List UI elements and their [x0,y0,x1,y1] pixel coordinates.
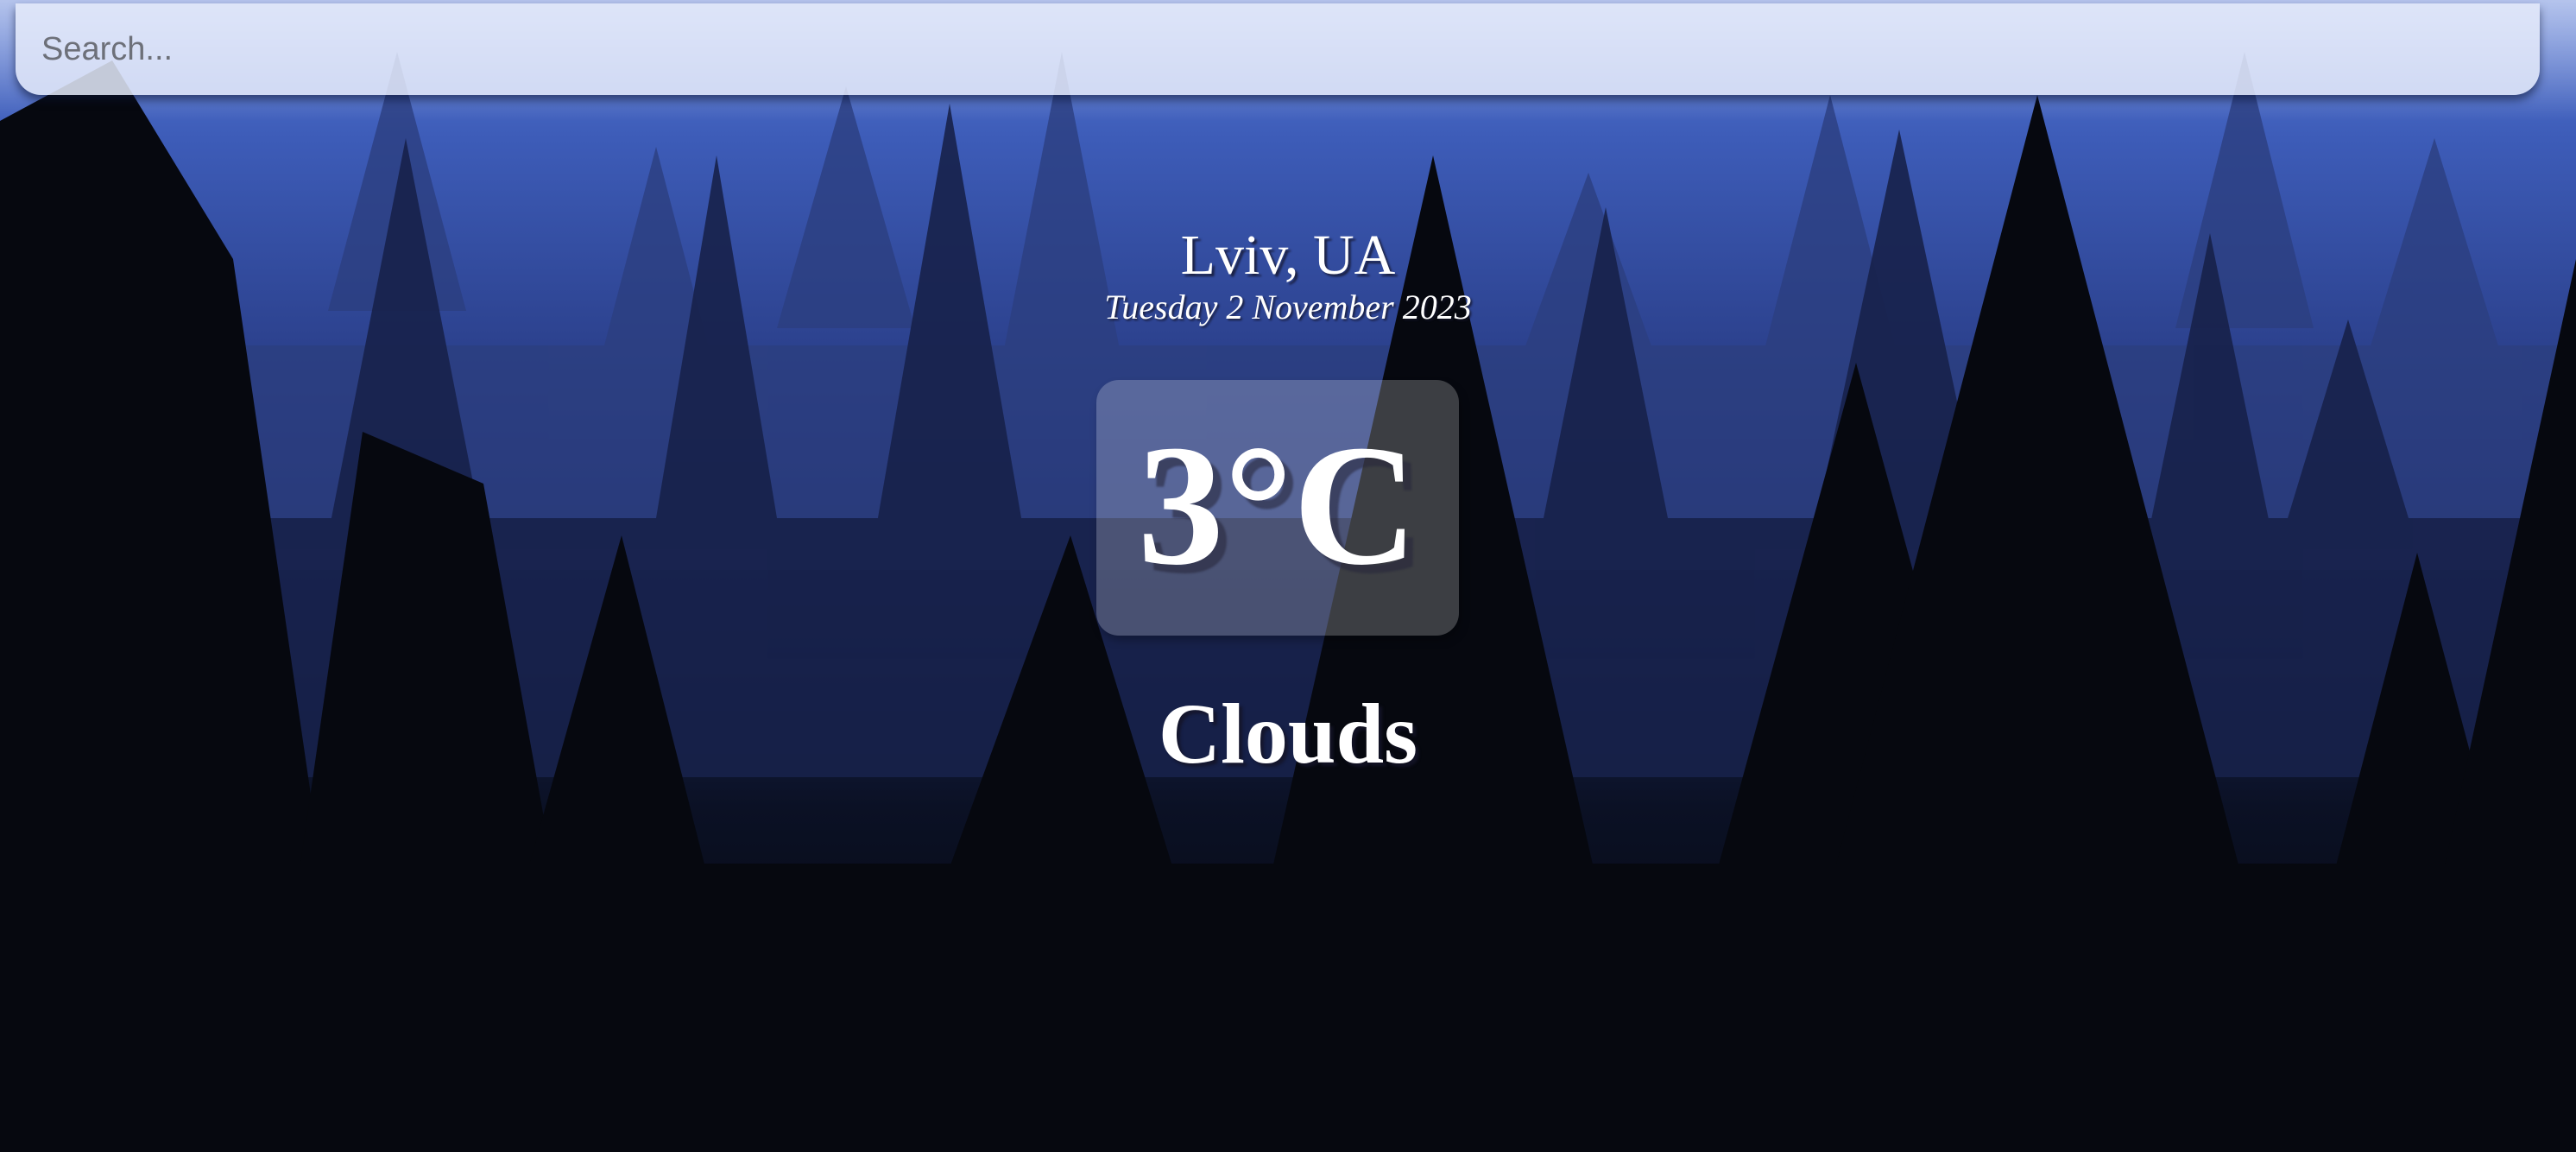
temperature-value: 3°C [1137,410,1418,601]
location-title: Lviv, UA [1180,224,1396,287]
search-bar [16,3,2540,95]
weather-panel: Lviv, UA Tuesday 2 November 2023 3°C Clo… [0,0,2576,1152]
search-input[interactable] [16,3,2540,95]
temperature-card: 3°C [1096,380,1459,636]
current-date: Tuesday 2 November 2023 [1104,288,1472,326]
weather-condition: Clouds [1158,686,1418,782]
